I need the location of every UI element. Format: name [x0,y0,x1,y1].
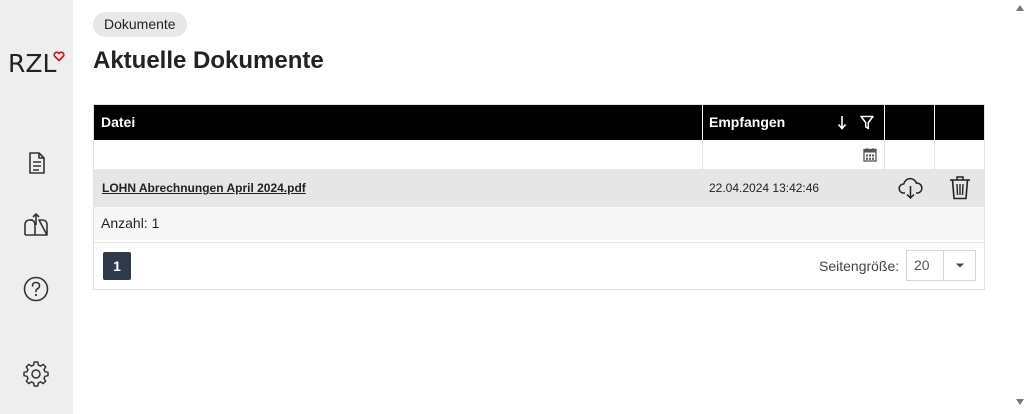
scrollbar[interactable] [1013,0,1027,414]
column-header-file[interactable]: Datei [94,105,702,140]
column-header-received-label: Empfangen [709,114,786,130]
cloud-download-icon[interactable] [898,176,923,200]
logo[interactable]: RZL [8,50,66,80]
sort-descending-icon[interactable] [837,115,847,130]
column-header-download [885,105,934,140]
page-size-label: Seitengröße: [819,258,900,274]
heart-icon [53,51,65,62]
document-icon[interactable] [22,149,50,177]
trash-icon[interactable] [949,175,971,200]
filter-icon[interactable] [860,115,874,130]
page-size-dropdown-button[interactable] [943,251,975,280]
filter-divider [934,140,935,169]
calendar-icon[interactable] [863,147,877,162]
main-content: Dokumente Aktuelle Dokumente Datei Empfa… [73,0,1013,414]
logo-text: RZL [8,49,57,78]
page-size-select[interactable]: 20 [906,250,976,281]
filter-file-cell[interactable] [94,140,702,169]
help-icon[interactable] [22,275,50,303]
breadcrumb[interactable]: Dokumente [93,12,187,37]
pager-divider [94,242,984,243]
filter-divider [702,140,703,169]
page-size-value: 20 [914,257,930,273]
table-row[interactable]: LOHN Abrechnungen April 2024.pdf 22.04.2… [94,169,984,207]
mailbox-upload-icon[interactable] [22,211,50,239]
chevron-down-icon [956,263,964,268]
column-header-received[interactable]: Empfangen [703,105,884,140]
record-count: Anzahl: 1 [94,207,984,240]
documents-grid: Datei Empfangen LOHN Abrechnungen April … [93,104,985,290]
page-button-current[interactable]: 1 [103,252,131,280]
scroll-down-icon[interactable] [1016,399,1024,405]
file-link[interactable]: LOHN Abrechnungen April 2024.pdf [102,169,306,207]
gear-icon[interactable] [22,359,50,387]
column-header-file-label: Datei [101,114,136,130]
sidebar: RZL [0,0,73,414]
filter-divider [884,140,885,169]
scroll-up-icon[interactable] [1016,5,1024,11]
column-header-delete [935,105,984,140]
received-date: 22.04.2024 13:42:46 [709,181,820,195]
page-title: Aktuelle Dokumente [93,47,324,74]
